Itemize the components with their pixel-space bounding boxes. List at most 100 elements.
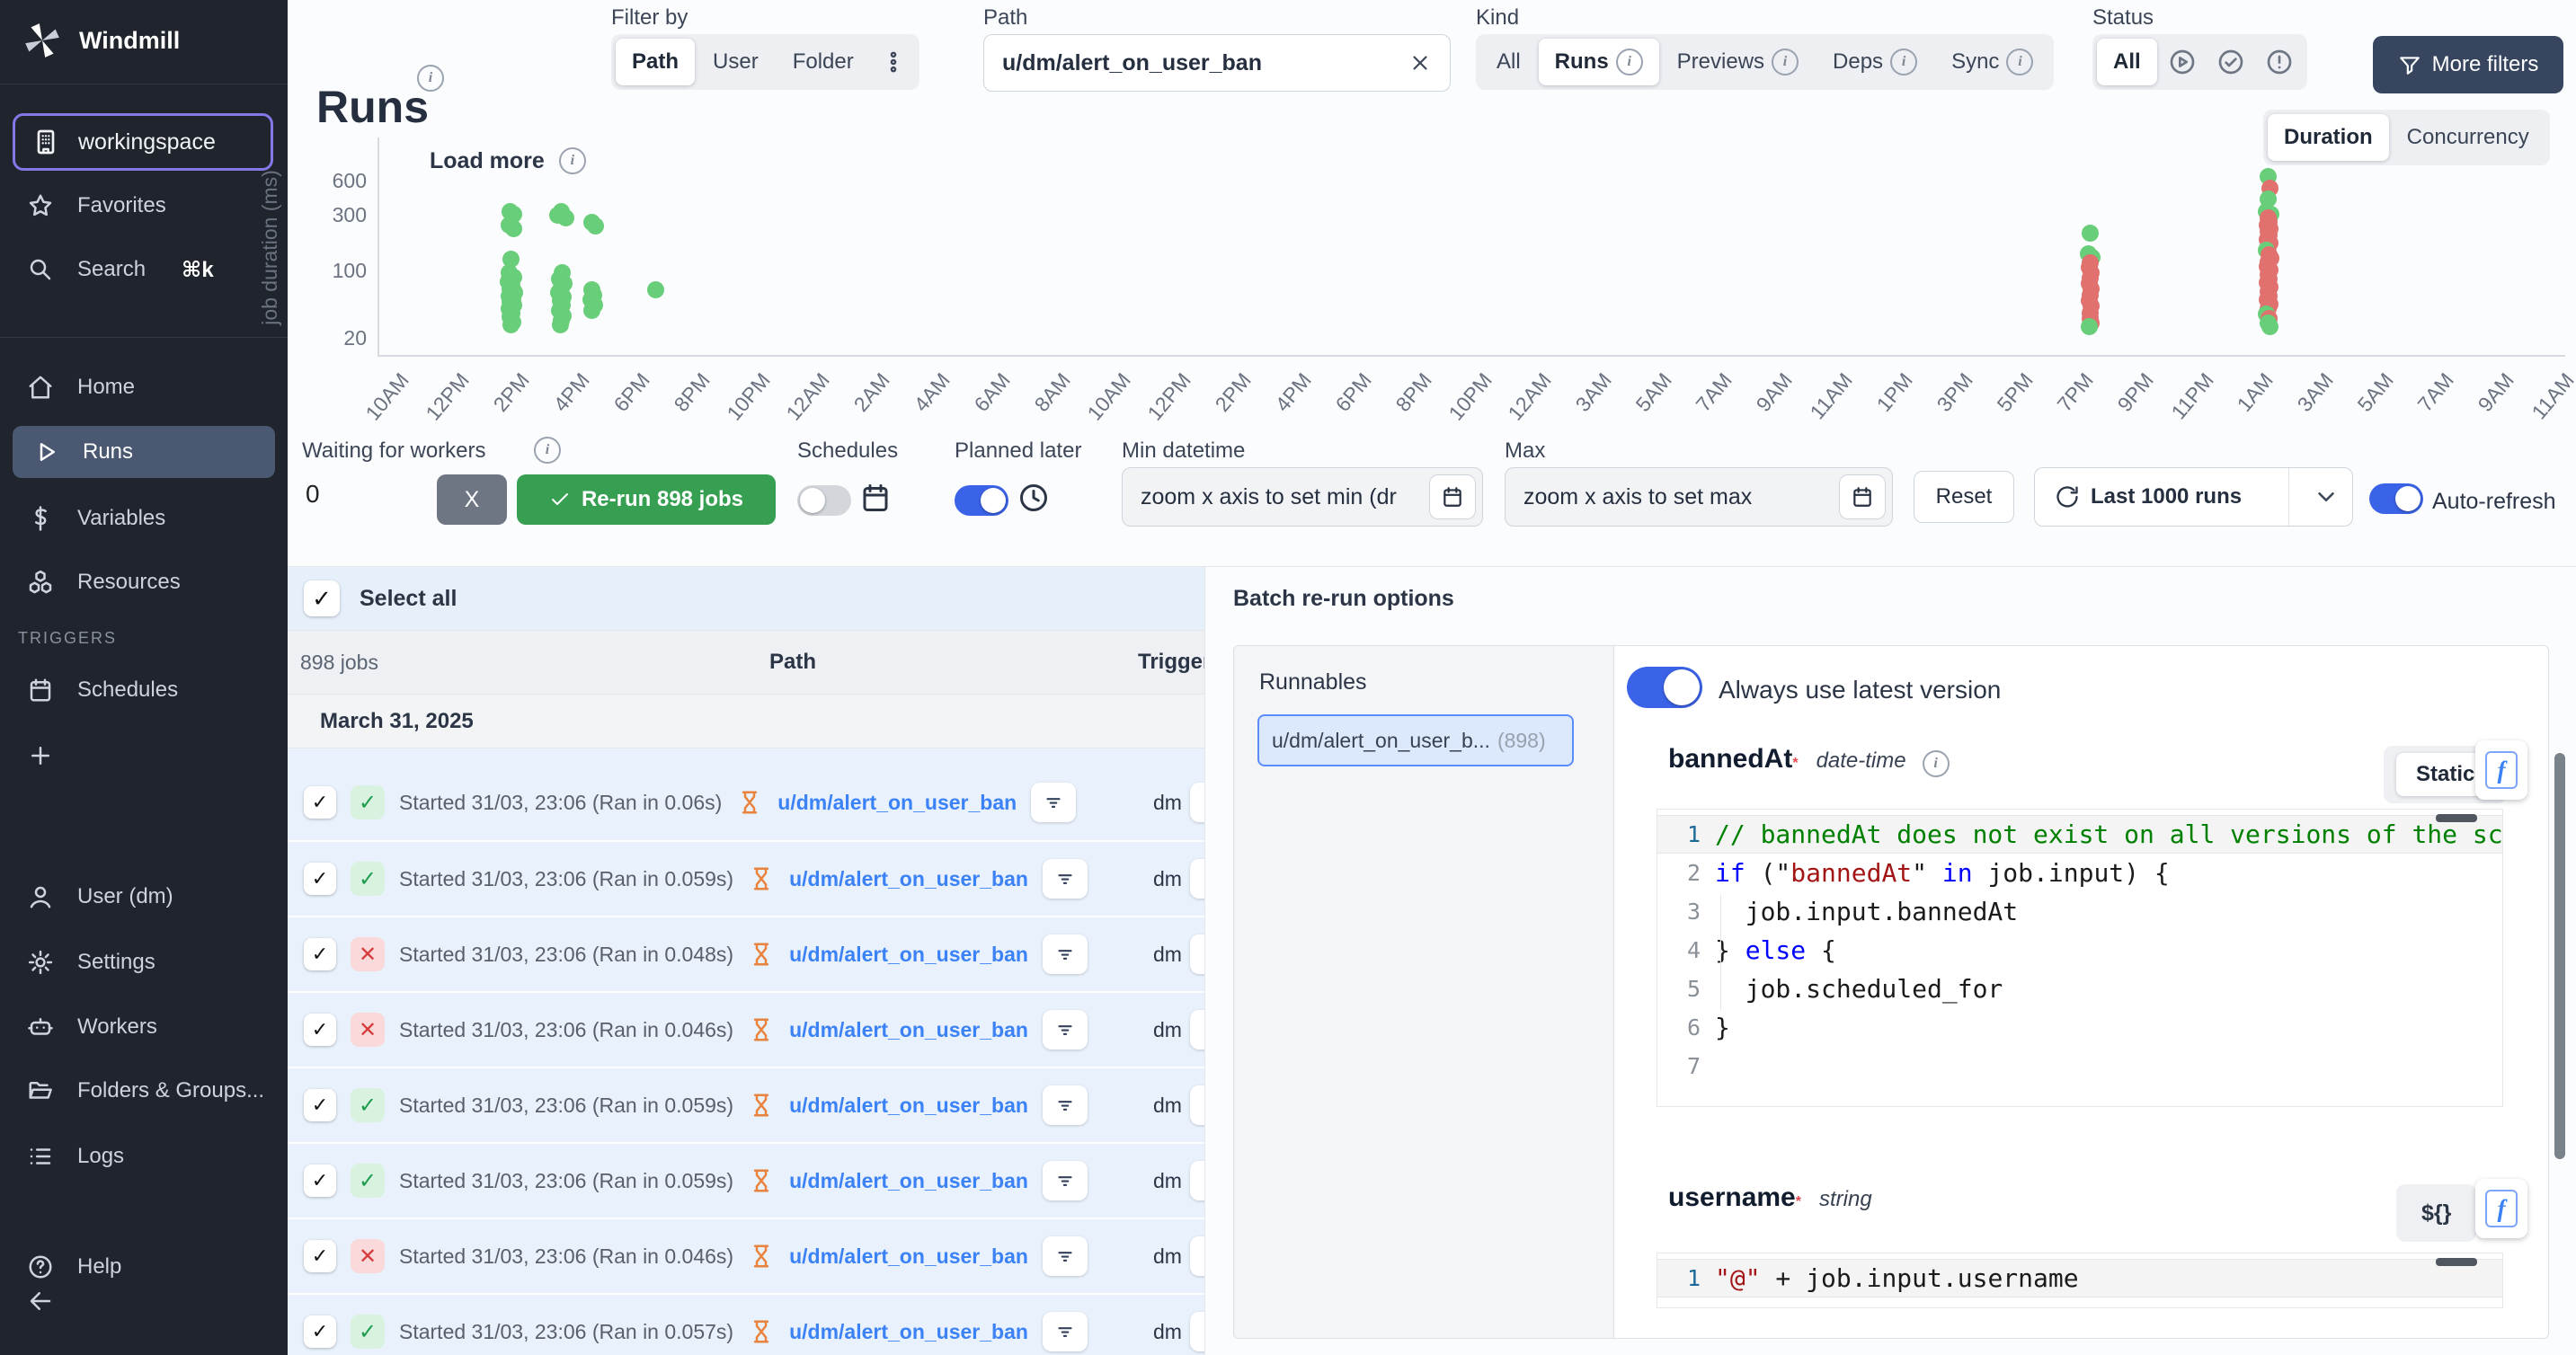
row-checkbox[interactable]: ✓ <box>304 1089 336 1121</box>
sidebar-item-settings[interactable]: Settings <box>0 936 288 988</box>
rerun-jobs-button[interactable]: Re-run 898 jobs <box>517 474 776 525</box>
row-menu-button[interactable] <box>1190 1010 1205 1049</box>
reset-button[interactable]: Reset <box>1914 471 2014 523</box>
runs-info-icon[interactable]: i <box>417 65 444 92</box>
clear-path-icon[interactable] <box>1408 51 1432 75</box>
sidebar-item-resources[interactable]: Resources <box>0 556 288 608</box>
row-menu-button[interactable] <box>1190 1236 1205 1276</box>
filter-by-path-button[interactable] <box>1043 1010 1088 1049</box>
always-latest-toggle[interactable] <box>1627 667 1702 708</box>
max-datetime-input[interactable] <box>1506 484 1839 510</box>
editor-scrollbar-thumb[interactable] <box>2436 1258 2477 1266</box>
row-checkbox[interactable]: ✓ <box>304 938 336 970</box>
success-run-dot[interactable] <box>502 316 520 333</box>
run-row[interactable]: ✓✓Started 31/03, 23:06 (Ran in 0.059s)u/… <box>288 1142 1204 1218</box>
success-run-dot[interactable] <box>647 281 664 298</box>
path-filter-input[interactable] <box>984 50 1408 76</box>
kind-deps[interactable]: Depsi <box>1817 39 1933 85</box>
waiting-workers-info-icon[interactable]: i <box>534 437 561 464</box>
field-info-icon[interactable]: i <box>1923 750 1950 777</box>
chevron-down-icon[interactable] <box>2313 483 2340 510</box>
duration-scatter-plot[interactable] <box>378 137 2565 357</box>
success-run-dot[interactable] <box>583 302 600 319</box>
run-row[interactable]: ✓✕Started 31/03, 23:06 (Ran in 0.048s)u/… <box>288 916 1204 991</box>
run-path-link[interactable]: u/dm/alert_on_user_ban <box>789 1244 1028 1269</box>
filter-by-path-button[interactable] <box>1043 859 1088 899</box>
row-checkbox[interactable]: ✓ <box>304 1014 336 1046</box>
more-filters-button[interactable]: More filters <box>2373 36 2563 93</box>
kind-previews[interactable]: Previewsi <box>1661 39 1815 85</box>
filter-by-path-button[interactable] <box>1043 1312 1088 1351</box>
select-all-checkbox[interactable]: ✓ <box>304 580 340 616</box>
info-icon[interactable]: i <box>1616 49 1643 75</box>
row-checkbox[interactable]: ✓ <box>304 1240 336 1272</box>
run-row[interactable]: ✓✕Started 31/03, 23:06 (Ran in 0.046s)u/… <box>288 1218 1204 1293</box>
filter-by-menu-button[interactable] <box>872 39 915 85</box>
run-row[interactable]: ✓✓Started 31/03, 23:06 (Ran in 0.06s)u/d… <box>288 765 1204 840</box>
row-checkbox[interactable]: ✓ <box>304 863 336 895</box>
editor-scrollbar-thumb[interactable] <box>2436 814 2477 822</box>
run-path-link[interactable]: u/dm/alert_on_user_ban <box>789 943 1028 967</box>
run-path-link[interactable]: u/dm/alert_on_user_ban <box>789 1320 1028 1344</box>
filter-by-user[interactable]: User <box>697 39 775 85</box>
success-run-dot[interactable] <box>587 217 604 235</box>
planned-later-toggle[interactable] <box>955 485 1008 516</box>
schedules-toggle[interactable] <box>797 485 851 516</box>
kind-sync[interactable]: Synci <box>1935 39 2049 85</box>
filter-by-folder[interactable]: Folder <box>777 39 870 85</box>
success-run-dot[interactable] <box>2261 318 2278 335</box>
sidebar-item-user[interactable]: User (dm) <box>0 871 288 923</box>
min-datetime-calendar-button[interactable] <box>1429 474 1476 519</box>
run-row[interactable]: ✓✓Started 31/03, 23:06 (Ran in 0.057s)u/… <box>288 1293 1204 1355</box>
run-path-link[interactable]: u/dm/alert_on_user_ban <box>789 1018 1028 1042</box>
row-menu-button[interactable] <box>1190 783 1205 822</box>
row-menu-button[interactable] <box>1190 1312 1205 1351</box>
row-menu-button[interactable] <box>1190 1085 1205 1125</box>
sidebar-item-back[interactable] <box>0 1275 288 1327</box>
status-all[interactable]: All <box>2097 39 2157 85</box>
cancel-jobs-button[interactable]: X <box>437 474 507 525</box>
filter-by-path-button[interactable] <box>1031 783 1076 822</box>
run-path-link[interactable]: u/dm/alert_on_user_ban <box>777 791 1017 815</box>
row-menu-button[interactable] <box>1190 934 1205 974</box>
run-path-link[interactable]: u/dm/alert_on_user_ban <box>789 1094 1028 1118</box>
field-mode-template[interactable]: ${} <box>2409 1200 2464 1227</box>
info-icon[interactable]: i <box>2006 49 2033 75</box>
sidebar-item-logs[interactable]: Logs <box>0 1130 288 1182</box>
status-play-circle-button[interactable] <box>2159 39 2206 85</box>
success-run-dot[interactable] <box>2081 318 2098 335</box>
status-alert-circle-button[interactable] <box>2256 39 2303 85</box>
filter-by-path[interactable]: Path <box>616 39 695 85</box>
run-row[interactable]: ✓✕Started 31/03, 23:06 (Ran in 0.046s)u/… <box>288 991 1204 1067</box>
run-row[interactable]: ✓✓Started 31/03, 23:06 (Ran in 0.059s)u/… <box>288 840 1204 916</box>
workspace-switcher[interactable]: workingspace <box>13 113 273 171</box>
row-checkbox[interactable]: ✓ <box>304 786 336 819</box>
runnable-item[interactable]: u/dm/alert_on_user_b... (898) <box>1257 714 1574 766</box>
filter-by-path-button[interactable] <box>1043 934 1088 974</box>
sidebar-item-plus[interactable] <box>0 730 288 782</box>
row-menu-button[interactable] <box>1190 859 1205 899</box>
sidebar-item-home[interactable]: Home <box>0 361 288 413</box>
row-menu-button[interactable] <box>1190 1161 1205 1200</box>
code-editor-username[interactable]: 1"@" + job.input.username <box>1657 1253 2503 1308</box>
javascript-expression-button[interactable]: f <box>2475 1179 2527 1238</box>
success-run-dot[interactable] <box>2082 225 2099 242</box>
status-check-circle-button[interactable] <box>2207 39 2254 85</box>
last-runs-dropdown[interactable]: Last 1000 runs <box>2034 467 2353 527</box>
sidebar-item-workers[interactable]: Workers <box>0 1001 288 1053</box>
scrollbar-thumb[interactable] <box>2554 753 2565 1159</box>
row-checkbox[interactable]: ✓ <box>304 1165 336 1197</box>
max-datetime-calendar-button[interactable] <box>1839 474 1886 519</box>
success-run-dot[interactable] <box>505 220 522 237</box>
sidebar-item-schedules[interactable]: Schedules <box>0 664 288 716</box>
sidebar-item-runs[interactable]: Runs <box>13 426 275 478</box>
sidebar-item-favorites[interactable]: Favorites <box>0 180 288 232</box>
filter-by-path-button[interactable] <box>1043 1236 1088 1276</box>
filter-by-path-button[interactable] <box>1043 1085 1088 1125</box>
javascript-expression-button[interactable]: f <box>2475 740 2527 800</box>
success-run-dot[interactable] <box>557 209 574 226</box>
run-path-link[interactable]: u/dm/alert_on_user_ban <box>789 1169 1028 1193</box>
kind-runs[interactable]: Runsi <box>1539 39 1659 85</box>
info-icon[interactable]: i <box>1772 49 1799 75</box>
run-row[interactable]: ✓✓Started 31/03, 23:06 (Ran in 0.059s)u/… <box>288 1067 1204 1142</box>
